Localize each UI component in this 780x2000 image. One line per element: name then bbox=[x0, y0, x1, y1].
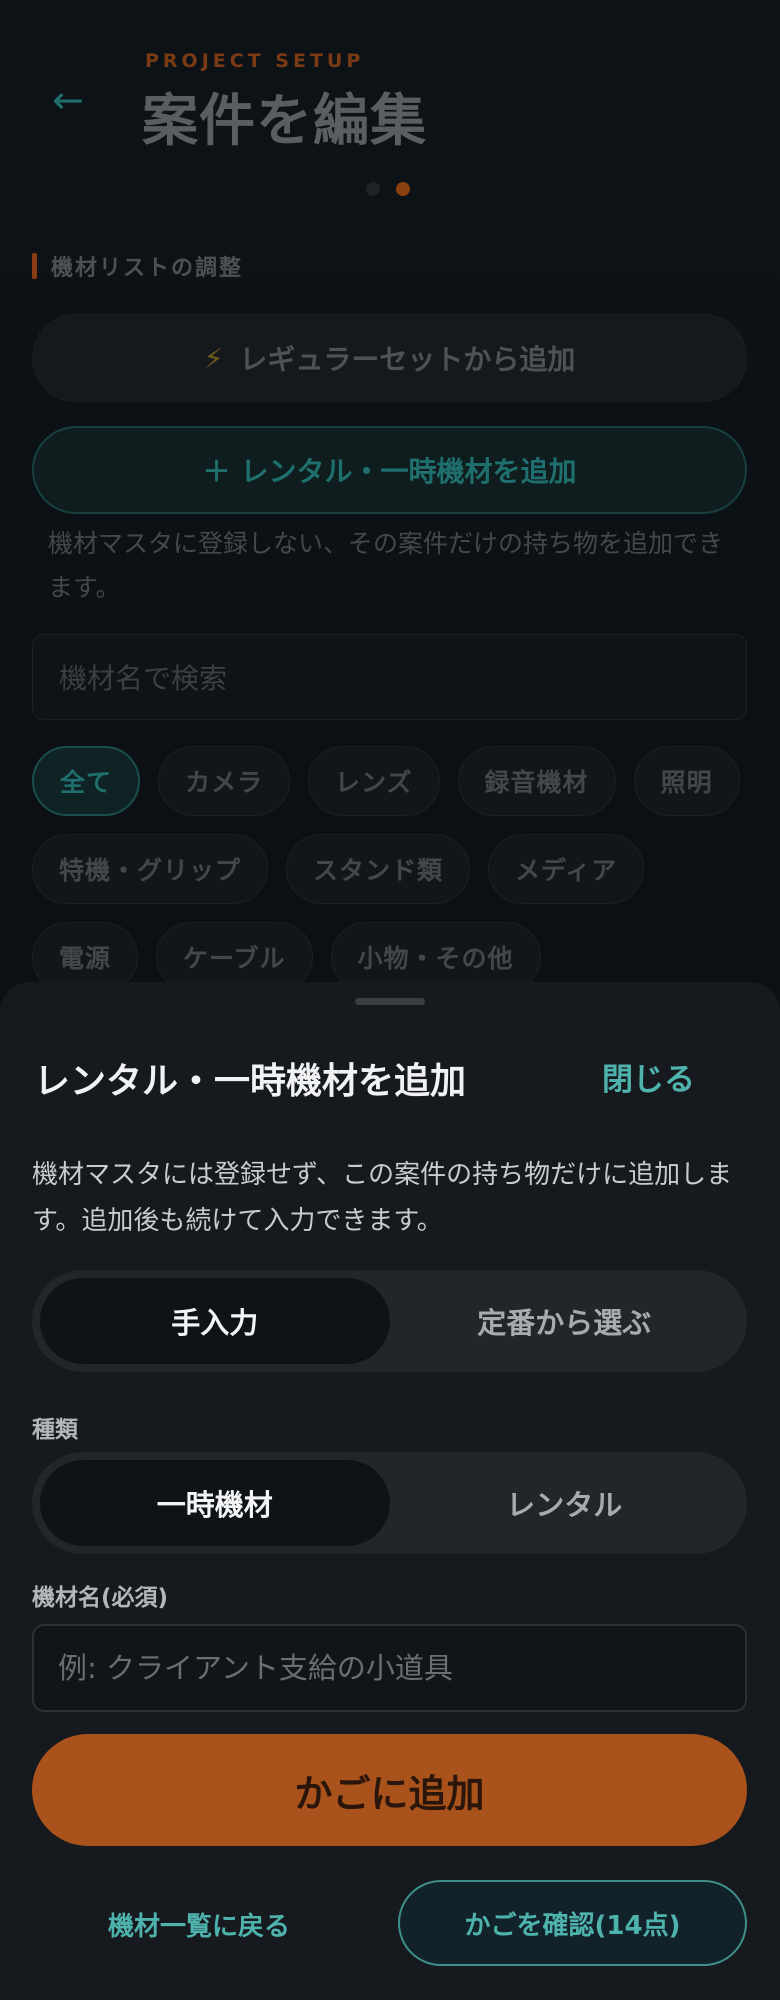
chip-lighting[interactable]: 照明 bbox=[633, 746, 740, 816]
sheet-title: レンタル・一時機材を追加 bbox=[34, 1061, 467, 1102]
tab-rental[interactable]: レンタル bbox=[390, 1460, 740, 1546]
chip-row: 特機・グリップ スタンド類 メディア bbox=[32, 834, 752, 904]
sheet-drag-handle[interactable] bbox=[355, 998, 425, 1005]
arrow-left-icon[interactable]: ← bbox=[52, 78, 96, 122]
equipment-name-label: 機材名(必須) bbox=[32, 1585, 169, 1611]
sheet-description: 機材マスタには登録せず、この案件の持ち物だけに追加します。追加後も続けて入力でき… bbox=[32, 1160, 733, 1236]
section-title: 機材リストの調整 bbox=[51, 256, 244, 281]
chip-grip[interactable]: 特機・グリップ bbox=[32, 834, 269, 904]
section-header: 機材リストの調整 bbox=[32, 250, 243, 282]
chip-stands[interactable]: スタンド類 bbox=[286, 834, 471, 904]
chip-audio[interactable]: 録音機材 bbox=[457, 746, 616, 816]
tab-choose-from-presets[interactable]: 定番から選ぶ bbox=[390, 1278, 740, 1364]
chip-lens[interactable]: レンズ bbox=[308, 746, 440, 816]
equipment-name-input[interactable] bbox=[32, 1624, 747, 1712]
add-to-cart-button[interactable]: かごに追加 bbox=[32, 1734, 747, 1846]
pager-dot-1 bbox=[366, 182, 380, 196]
chip-camera[interactable]: カメラ bbox=[158, 746, 291, 816]
chip-media[interactable]: メディア bbox=[488, 834, 645, 904]
rental-note: 機材マスタに登録しない、その案件だけの持ち物を追加できます。 bbox=[48, 529, 724, 602]
category-chips: 全て カメラ レンズ 録音機材 照明 特機・グリップ スタンド類 メディア 電源… bbox=[32, 746, 752, 1010]
lightning-icon: ⚡ bbox=[203, 341, 224, 375]
tab-temporary-equipment[interactable]: 一時機材 bbox=[40, 1460, 390, 1546]
input-mode-toggle: 手入力 定番から選ぶ bbox=[32, 1270, 747, 1372]
chip-all[interactable]: 全て bbox=[32, 746, 141, 816]
search-placeholder: 機材名で検索 bbox=[59, 662, 228, 695]
kind-label: 種類 bbox=[32, 1417, 78, 1443]
background-page: ← PROJECT SETUP 案件を編集 機材リストの調整 ⚡ レギュラーセッ… bbox=[0, 0, 780, 1000]
pager-dot-2 bbox=[396, 182, 410, 196]
pager-dots bbox=[366, 182, 410, 196]
add-rental-bottom-sheet: レンタル・一時機材を追加 閉じる 機材マスタには登録せず、この案件の持ち物だけに… bbox=[0, 982, 780, 2000]
section-accent-bar bbox=[32, 253, 37, 279]
page-eyebrow: PROJECT SETUP bbox=[145, 50, 365, 72]
equipment-search-input[interactable]: 機材名で検索 bbox=[32, 634, 747, 720]
view-cart-button[interactable]: かごを確認(14点) bbox=[398, 1880, 747, 1966]
close-button[interactable]: 閉じる bbox=[602, 1054, 695, 1099]
screen: ← PROJECT SETUP 案件を編集 機材リストの調整 ⚡ レギュラーセッ… bbox=[0, 0, 780, 2000]
add-rental-label: レンタル・一時機材を追加 bbox=[240, 455, 577, 488]
kind-toggle: 一時機材 レンタル bbox=[32, 1452, 747, 1554]
tab-manual-entry[interactable]: 手入力 bbox=[40, 1278, 390, 1364]
add-from-regular-set-label: レギュラーセットから追加 bbox=[239, 343, 576, 376]
add-rental-button[interactable]: ＋ レンタル・一時機材を追加 bbox=[32, 426, 747, 514]
chip-row: 全て カメラ レンズ 録音機材 照明 bbox=[32, 746, 752, 816]
add-from-regular-set-button[interactable]: ⚡ レギュラーセットから追加 bbox=[32, 314, 747, 402]
page-title: 案件を編集 bbox=[142, 89, 427, 154]
back-to-equipment-list-link[interactable]: 機材一覧に戻る bbox=[108, 1906, 290, 1943]
plus-icon: ＋ bbox=[202, 455, 231, 488]
